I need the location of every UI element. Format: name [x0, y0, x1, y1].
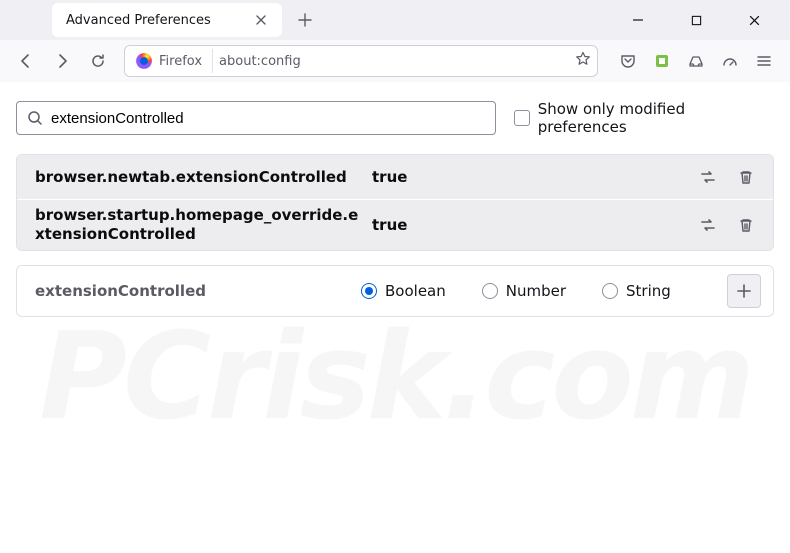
inbox-icon[interactable]: [680, 45, 712, 77]
url-text: about:config: [219, 54, 569, 69]
tab-title: Advanced Preferences: [66, 13, 240, 28]
toggle-icon[interactable]: [693, 162, 723, 192]
search-icon: [27, 110, 43, 126]
new-preference-name: extensionControlled: [35, 282, 347, 300]
preference-row[interactable]: browser.startup.homepage_override.extens…: [17, 199, 773, 250]
tab-close-icon[interactable]: [250, 9, 272, 31]
new-preference-row: extensionControlled Boolean Number Strin…: [16, 265, 774, 317]
brand-label: Firefox: [159, 54, 202, 69]
radio-icon: [602, 283, 618, 299]
preference-value: true: [372, 168, 681, 186]
window-close-button[interactable]: [732, 4, 776, 36]
radio-label: Number: [506, 282, 566, 300]
nav-toolbar: Firefox about:config: [0, 40, 790, 82]
preference-name: browser.newtab.extensionControlled: [35, 168, 360, 187]
preference-row[interactable]: browser.newtab.extensionControlled true: [17, 155, 773, 199]
toggle-icon[interactable]: [693, 210, 723, 240]
browser-tab-active[interactable]: Advanced Preferences: [52, 3, 282, 37]
page-content: PCrisk.com Show only modified preference…: [0, 82, 790, 553]
pref-search-box[interactable]: [16, 101, 496, 135]
pocket-icon[interactable]: [612, 45, 644, 77]
type-option-number[interactable]: Number: [482, 282, 566, 300]
type-radio-group: Boolean Number String: [361, 282, 713, 300]
radio-label: String: [626, 282, 671, 300]
preference-list: browser.newtab.extensionControlled true …: [16, 154, 774, 251]
forward-button[interactable]: [46, 45, 78, 77]
preference-name: browser.startup.homepage_override.extens…: [35, 206, 360, 244]
show-only-modified-label: Show only modified preferences: [538, 100, 774, 136]
address-bar[interactable]: Firefox about:config: [124, 45, 598, 77]
show-only-modified-toggle[interactable]: Show only modified preferences: [514, 100, 774, 136]
app-menu-button[interactable]: [748, 45, 780, 77]
delete-icon[interactable]: [731, 210, 761, 240]
pref-search-input[interactable]: [51, 110, 485, 127]
bookmark-star-icon[interactable]: [575, 51, 591, 71]
back-button[interactable]: [10, 45, 42, 77]
site-identity-chip[interactable]: Firefox: [131, 49, 213, 73]
titlebar: Advanced Preferences: [0, 0, 790, 40]
firefox-logo-icon: [135, 52, 153, 70]
preference-value: true: [372, 216, 681, 234]
new-tab-button[interactable]: [290, 5, 320, 35]
gauge-icon[interactable]: [714, 45, 746, 77]
checkbox-icon: [514, 110, 530, 126]
window-minimize-button[interactable]: [616, 4, 660, 36]
delete-icon[interactable]: [731, 162, 761, 192]
radio-icon: [482, 283, 498, 299]
radio-label: Boolean: [385, 282, 446, 300]
window-maximize-button[interactable]: [674, 4, 718, 36]
extension-icon[interactable]: [646, 45, 678, 77]
type-option-boolean[interactable]: Boolean: [361, 282, 446, 300]
type-option-string[interactable]: String: [602, 282, 671, 300]
add-preference-button[interactable]: [727, 274, 761, 308]
reload-button[interactable]: [82, 45, 114, 77]
radio-icon: [361, 283, 377, 299]
